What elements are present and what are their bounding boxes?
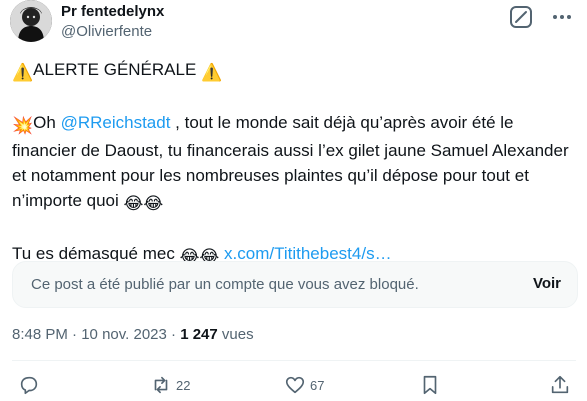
warning-icon: ⚠️ [12,63,34,82]
separator: · [67,326,82,343]
avatar[interactable] [10,0,52,42]
reply-button[interactable] [18,373,44,397]
alert-title: ALERTE GÉNÉRALE [33,60,197,79]
laughing-icon: 😂😂 [123,194,164,213]
post-time[interactable]: 8:48 PM [12,326,68,343]
warning-icon: ⚠️ [201,63,223,82]
alert-line: ⚠️ALERTE GÉNÉRALE ⚠️ [12,57,577,85]
tweet-paragraph: 💥Oh @RReichstadt , tout le monde sait dé… [12,110,577,216]
tweet-text: ⚠️ALERTE GÉNÉRALE ⚠️ 💥Oh @RReichstadt , … [12,57,577,269]
view-button[interactable]: Voir [533,275,561,292]
separator: · [166,326,181,343]
views-label: vues [217,326,254,343]
tweet-text-segment: Oh [33,113,61,132]
share-icon [551,375,569,394]
more-options-icon[interactable] [549,4,575,30]
repost-icon [154,376,168,394]
bookmark-icon [423,375,437,395]
like-button[interactable]: 67 [284,373,324,397]
author-name[interactable]: Pr fentedelynx [61,3,164,20]
heart-icon [285,376,305,394]
reply-icon [20,376,38,395]
post-date[interactable]: 10 nov. 2023 [81,326,167,343]
blocked-post-text: Ce post a été publié par un compte que v… [31,276,419,293]
grok-icon[interactable] [508,4,534,30]
bookmark-button[interactable] [419,373,441,397]
share-button[interactable] [549,373,571,397]
view-count: 1 247 [180,326,218,343]
author-handle[interactable]: @Olivierfente [61,23,152,40]
repost-count: 22 [176,377,191,393]
repost-button[interactable]: 22 [150,373,190,397]
divider [12,360,576,361]
blocked-post-card: Ce post a été publié par un compte que v… [12,261,578,308]
mention-link[interactable]: @RReichstadt [61,113,171,132]
like-count: 67 [310,377,325,393]
collision-icon: 💥 [12,116,34,135]
post-meta: 8:48 PM · 10 nov. 2023 · 1 247 vues [12,326,254,343]
